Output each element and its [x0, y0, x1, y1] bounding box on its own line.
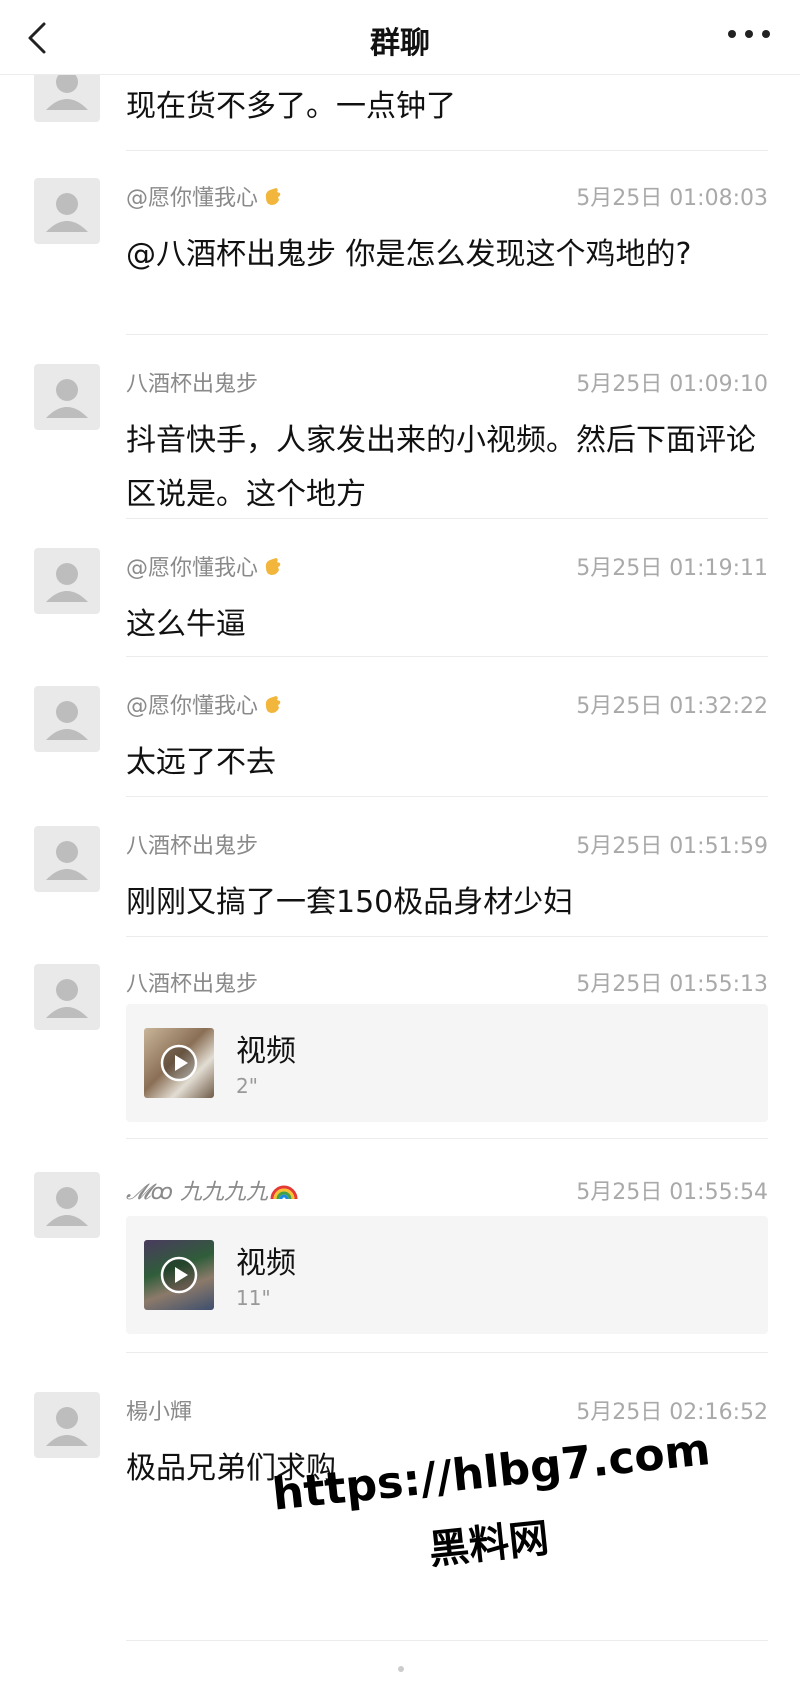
- sender-name[interactable]: 八酒杯出鬼步: [126, 966, 258, 998]
- separator: [126, 936, 768, 937]
- avatar[interactable]: [34, 1172, 100, 1238]
- scroll-indicator: [398, 1666, 404, 1672]
- sender-name-text: @愿你懂我心: [126, 556, 259, 581]
- sender-name-text: @愿你懂我心: [126, 694, 259, 719]
- message-time: 5月25日 01:08:03: [576, 186, 768, 211]
- separator: [126, 796, 768, 797]
- page-title: 群聊: [370, 26, 430, 61]
- message-time: 5月25日 01:19:11: [576, 556, 768, 581]
- separator: [126, 1640, 768, 1641]
- separator: [126, 150, 768, 151]
- sender-name[interactable]: 楊小輝: [126, 1394, 192, 1426]
- video-label: 视频: [236, 1246, 296, 1281]
- avatar[interactable]: [34, 1392, 100, 1458]
- video-duration: 2": [236, 1074, 258, 1098]
- message-time: 5月25日 01:09:10: [576, 372, 768, 397]
- watermark-url: https://hlbg7.com: [270, 1424, 713, 1521]
- separator: [126, 656, 768, 657]
- avatar[interactable]: [34, 964, 100, 1030]
- avatar[interactable]: [34, 178, 100, 244]
- avatar[interactable]: [34, 826, 100, 892]
- message-time: 5月25日 01:32:22: [576, 694, 768, 719]
- video-message-card[interactable]: 视频 2": [126, 1004, 768, 1122]
- sender-name[interactable]: @愿你懂我心: [126, 688, 284, 722]
- message-text: 刚刚又搞了一套150极品身材少妇: [126, 885, 574, 920]
- separator: [126, 1352, 768, 1353]
- message-time: 5月25日 01:51:59: [576, 834, 768, 859]
- rainbow-icon: [270, 1179, 298, 1207]
- message-time: 5月25日 01:55:13: [576, 972, 768, 997]
- video-message-card[interactable]: 视频 11": [126, 1216, 768, 1334]
- clapping-hand-icon: [260, 554, 284, 584]
- sender-name-text: @愿你懂我心: [126, 186, 259, 211]
- top-bar: 群聊: [0, 0, 800, 75]
- video-duration: 11": [236, 1286, 271, 1310]
- message-text: @八酒杯出鬼步 你是怎么发现这个鸡地的?: [126, 237, 692, 272]
- sender-name[interactable]: 八酒杯出鬼步: [126, 828, 258, 860]
- message-text: 现在货不多了。一点钟了: [126, 89, 456, 124]
- clapping-hand-icon: [260, 692, 284, 722]
- sender-name[interactable]: 八酒杯出鬼步: [126, 366, 258, 398]
- avatar[interactable]: [34, 686, 100, 752]
- separator: [126, 518, 768, 519]
- more-options-icon[interactable]: [726, 26, 772, 42]
- play-icon[interactable]: [158, 1254, 200, 1296]
- separator: [126, 334, 768, 335]
- sender-name[interactable]: 𝓜ꝏ 九九九九: [126, 1174, 298, 1207]
- message-time: 5月25日 01:55:54: [576, 1180, 768, 1205]
- message-text: 这么牛逼: [126, 607, 246, 642]
- clapping-hand-icon: [260, 184, 284, 214]
- avatar[interactable]: [34, 364, 100, 430]
- separator: [126, 1138, 768, 1139]
- video-thumbnail[interactable]: [144, 1240, 214, 1310]
- sender-name-text: 𝓜ꝏ 九九九九: [126, 1180, 269, 1205]
- sender-name[interactable]: @愿你懂我心: [126, 180, 284, 214]
- message-text: 太远了不去: [126, 745, 276, 780]
- message-text: 抖音快手，人家发出来的小视频。然后下面评论区说是。这个地方: [126, 423, 756, 512]
- avatar[interactable]: [34, 548, 100, 614]
- video-label: 视频: [236, 1034, 296, 1069]
- sender-name[interactable]: @愿你懂我心: [126, 550, 284, 584]
- message-time: 5月25日 02:16:52: [576, 1400, 768, 1425]
- watermark-subtitle: 黑料网: [426, 1515, 552, 1574]
- video-thumbnail[interactable]: [144, 1028, 214, 1098]
- play-icon[interactable]: [158, 1042, 200, 1084]
